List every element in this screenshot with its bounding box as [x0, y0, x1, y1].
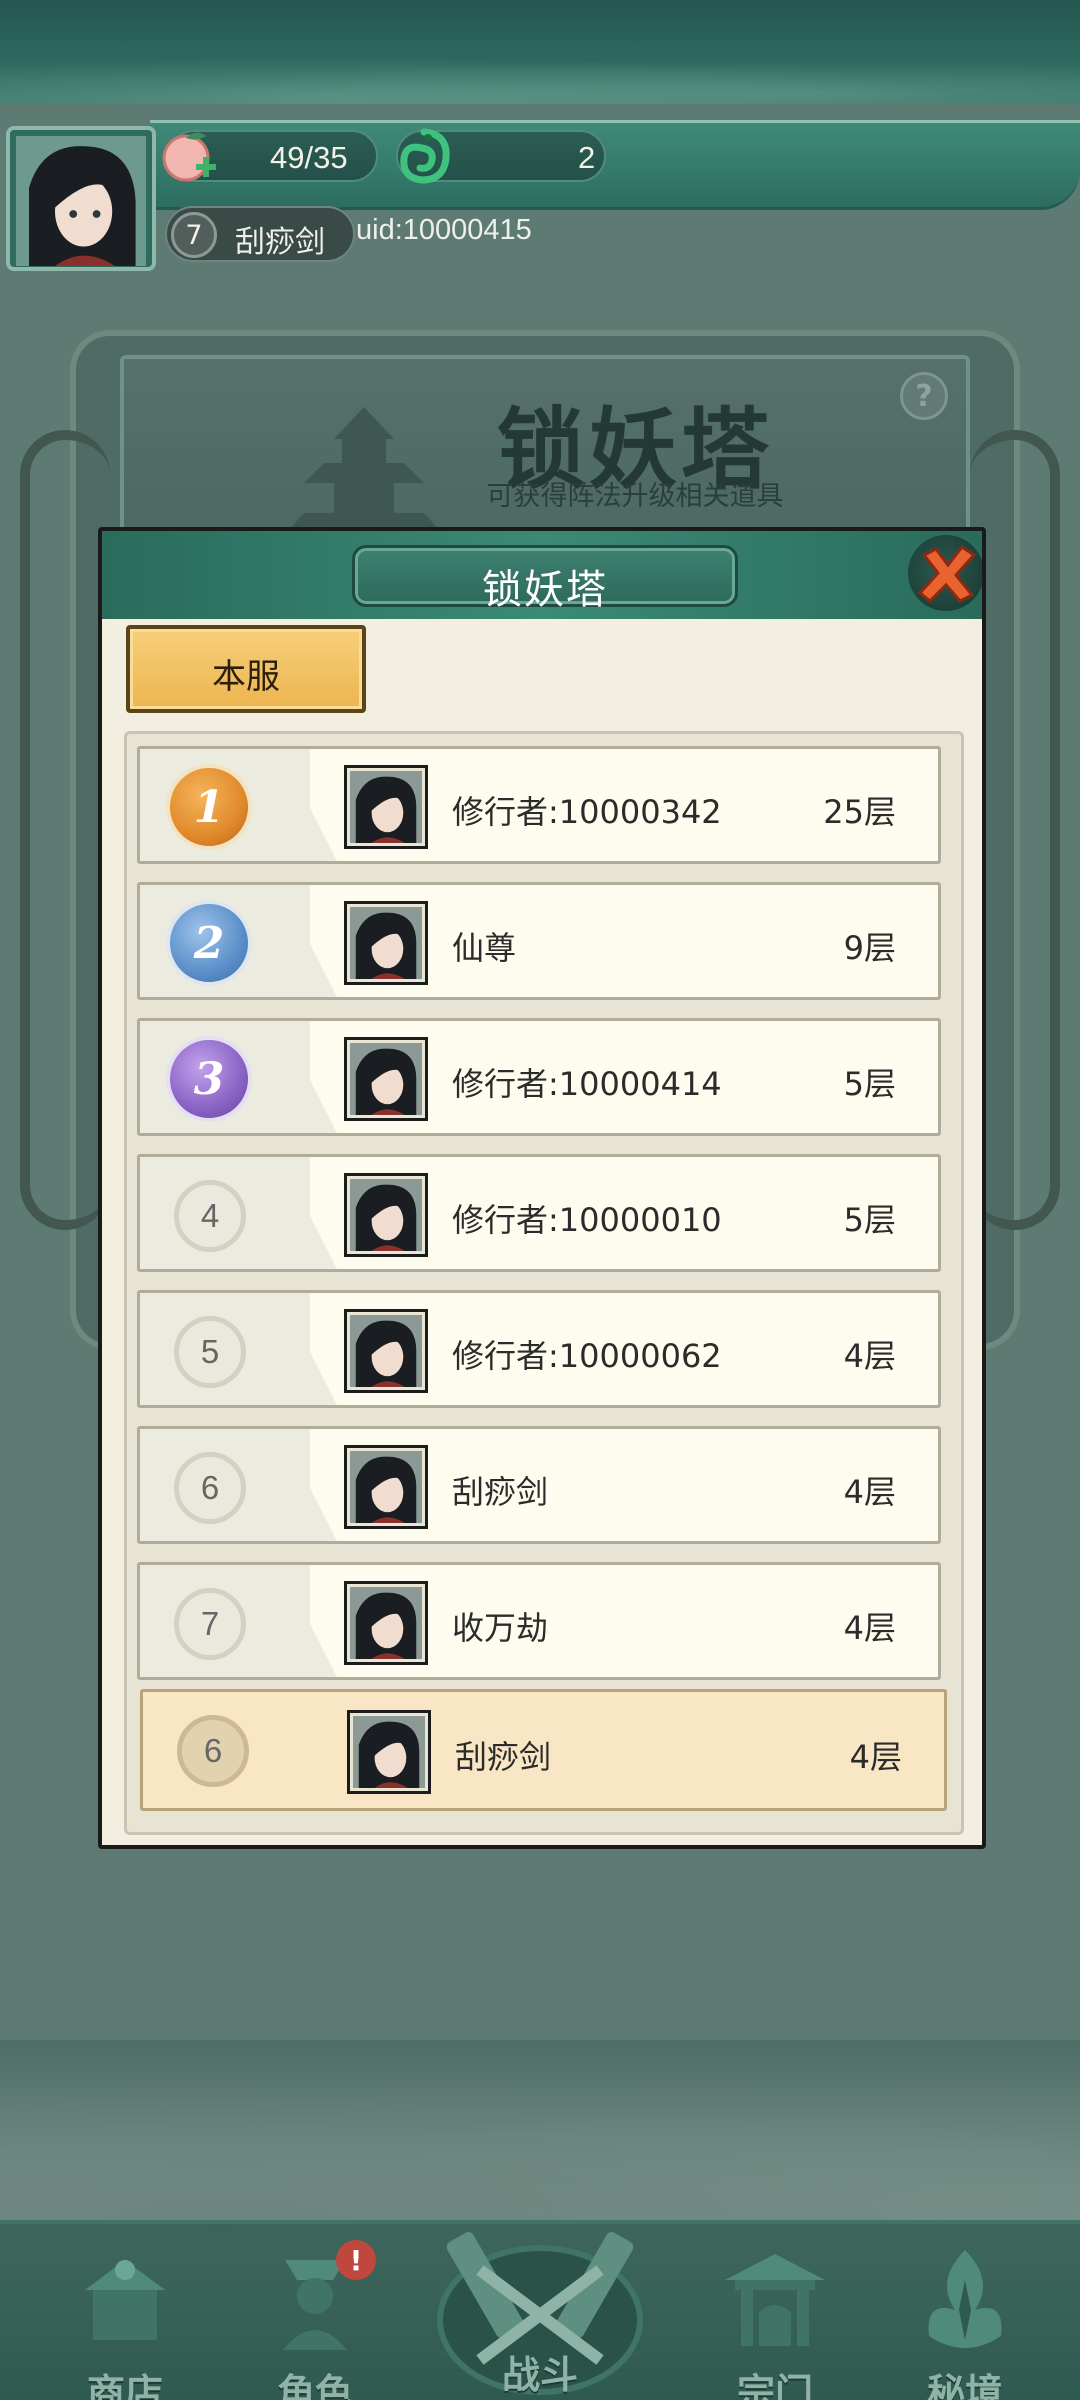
player-name: 修行者:10000062 [452, 1337, 722, 1375]
rank-3-medal-icon: 3 [166, 1036, 252, 1122]
floor-count: 5层 [843, 1065, 896, 1103]
avatar [344, 1037, 428, 1121]
floor-count: 25层 [823, 793, 896, 831]
nav-character-label: 角色 [276, 2371, 353, 2400]
floor-count: 9层 [843, 929, 896, 967]
secret-realm-icon [928, 2250, 1002, 2348]
tab-server-label: 本服 [212, 657, 280, 697]
level-name-pill: 7 刮痧剑 [165, 206, 355, 262]
avatar [344, 1309, 428, 1393]
floor-count: 4层 [843, 1609, 896, 1647]
player-name: 修行者:10000414 [452, 1065, 722, 1103]
nav-sect[interactable]: 宗门 [690, 2240, 860, 2400]
floor-count: 4层 [843, 1337, 896, 1375]
player-name: 刮痧剑 [452, 1473, 549, 1511]
tower-banner: 锁妖塔 可获得阵法升级相关道具 [120, 355, 970, 545]
player-uid: uid:10000415 [356, 214, 532, 246]
rank-1-medal-icon: 1 [166, 764, 252, 850]
player-name: 仙尊 [452, 929, 517, 967]
ranking-row[interactable]: 4 修行者:10000010 5层 [137, 1154, 941, 1272]
jade-dragon-icon [392, 124, 456, 188]
close-button[interactable] [908, 535, 982, 611]
ranking-row[interactable]: 2 仙尊 9层 [137, 882, 941, 1000]
player-name: 修行者:10000010 [452, 1201, 722, 1239]
nav-shop[interactable]: 商店 [40, 2240, 210, 2400]
stamina-value: 49/35 [270, 140, 348, 175]
my-player-name: 刮痧剑 [455, 1738, 552, 1776]
ranking-row[interactable]: 5 修行者:10000062 4层 [137, 1290, 941, 1408]
hills-decoration [0, 2070, 1080, 2230]
dialog-title-plate: 锁妖塔 [352, 545, 738, 613]
banner-subtitle: 可获得阵法升级相关道具 [486, 481, 784, 512]
shop-icon [85, 2260, 165, 2340]
avatar [344, 1173, 428, 1257]
floor-count: 4层 [843, 1473, 896, 1511]
nav-secret-realm[interactable]: 秘境 [880, 2240, 1050, 2400]
rank-2-medal-icon: 2 [166, 900, 252, 986]
help-icon[interactable]: ? [900, 372, 948, 420]
portrait-icon [16, 136, 146, 266]
rank-number: 7 [174, 1588, 246, 1660]
avatar [344, 1445, 428, 1529]
top-backdrop [0, 0, 1080, 110]
player-name: 修行者:10000342 [452, 793, 722, 831]
tab-server[interactable]: 本服 [126, 625, 366, 713]
nav-shop-label: 商店 [86, 2371, 163, 2400]
scroll-ornament-left [20, 430, 110, 1230]
my-rank-number: 6 [177, 1715, 249, 1787]
ranking-row[interactable]: 1 修行者:10000342 25层 [137, 746, 941, 864]
my-rank-row[interactable]: 6 刮痧剑 4层 [140, 1689, 947, 1811]
avatar [344, 765, 428, 849]
avatar [344, 901, 428, 985]
alert-badge: ! [336, 2240, 376, 2280]
nav-battle[interactable]: 战斗 [420, 2210, 660, 2400]
currency-value: 2 [578, 140, 596, 175]
sect-gate-icon [725, 2254, 825, 2346]
dialog-title: 锁妖塔 [482, 567, 608, 613]
nav-secret-realm-label: 秘境 [926, 2371, 1003, 2400]
player-name: 收万劫 [452, 1609, 549, 1647]
player-level: 7 [171, 212, 217, 258]
floor-count: 5层 [843, 1201, 896, 1239]
ranking-dialog: 锁妖塔 本服 1 修行者:10000342 25层 2 仙尊 9层 3 修行者:… [98, 527, 986, 1849]
nav-battle-label: 战斗 [501, 2353, 578, 2397]
nav-sect-label: 宗门 [736, 2371, 813, 2400]
close-icon [917, 544, 977, 604]
my-floor-count: 4层 [849, 1738, 902, 1776]
rank-number: 6 [174, 1452, 246, 1524]
avatar [347, 1710, 431, 1794]
ranking-row[interactable]: 3 修行者:10000414 5层 [137, 1018, 941, 1136]
ranking-list[interactable]: 1 修行者:10000342 25层 2 仙尊 9层 3 修行者:1000041… [124, 731, 964, 1835]
ranking-row[interactable]: 6 刮痧剑 4层 [137, 1426, 941, 1544]
rank-number: 4 [174, 1180, 246, 1252]
ranking-row[interactable]: 7 收万劫 4层 [137, 1562, 941, 1680]
player-avatar[interactable] [6, 126, 156, 271]
avatar [344, 1581, 428, 1665]
rank-number: 5 [174, 1316, 246, 1388]
peach-icon [156, 124, 220, 188]
player-name: 刮痧剑 [235, 225, 325, 260]
